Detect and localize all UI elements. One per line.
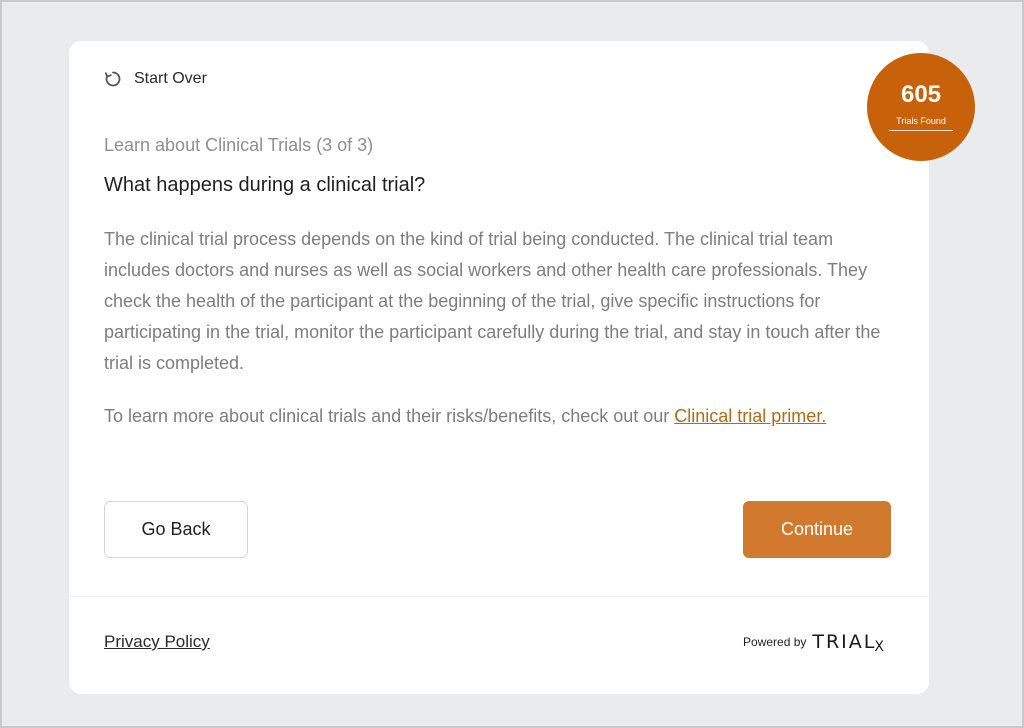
powered-by-label: Powered by xyxy=(743,635,807,649)
refresh-icon xyxy=(104,70,122,88)
powered-by-trialx[interactable]: Powered by TRIAL X xyxy=(743,627,893,657)
trialx-logo-x: X xyxy=(874,639,884,655)
question-heading: What happens during a clinical trial? xyxy=(104,174,426,196)
start-over-button[interactable]: Start Over xyxy=(104,70,207,88)
trials-found-badge: 605 Trials Found xyxy=(867,53,975,161)
learn-more-paragraph: To learn more about clinical trials and … xyxy=(104,401,894,432)
go-back-button[interactable]: Go Back xyxy=(104,501,248,558)
survey-card: Start Over 605 Trials Found Learn about … xyxy=(69,41,975,694)
footer-divider xyxy=(69,596,929,597)
trials-found-label: Trials Found xyxy=(889,115,953,131)
trialx-logo-word: TRIAL xyxy=(812,631,877,653)
learn-more-text: To learn more about clinical trials and … xyxy=(104,406,675,426)
trials-count: 605 xyxy=(900,81,942,108)
description-paragraph: The clinical trial process depends on th… xyxy=(104,229,881,373)
clinical-trial-primer-link[interactable]: Clinical trial primer. xyxy=(674,406,826,426)
privacy-policy-link[interactable]: Privacy Policy xyxy=(104,632,210,652)
start-over-label: Start Over xyxy=(134,70,207,87)
continue-button[interactable]: Continue xyxy=(743,501,891,558)
step-indicator: Learn about Clinical Trials (3 of 3) xyxy=(104,135,374,155)
trialx-logo: TRIAL X xyxy=(812,631,884,655)
